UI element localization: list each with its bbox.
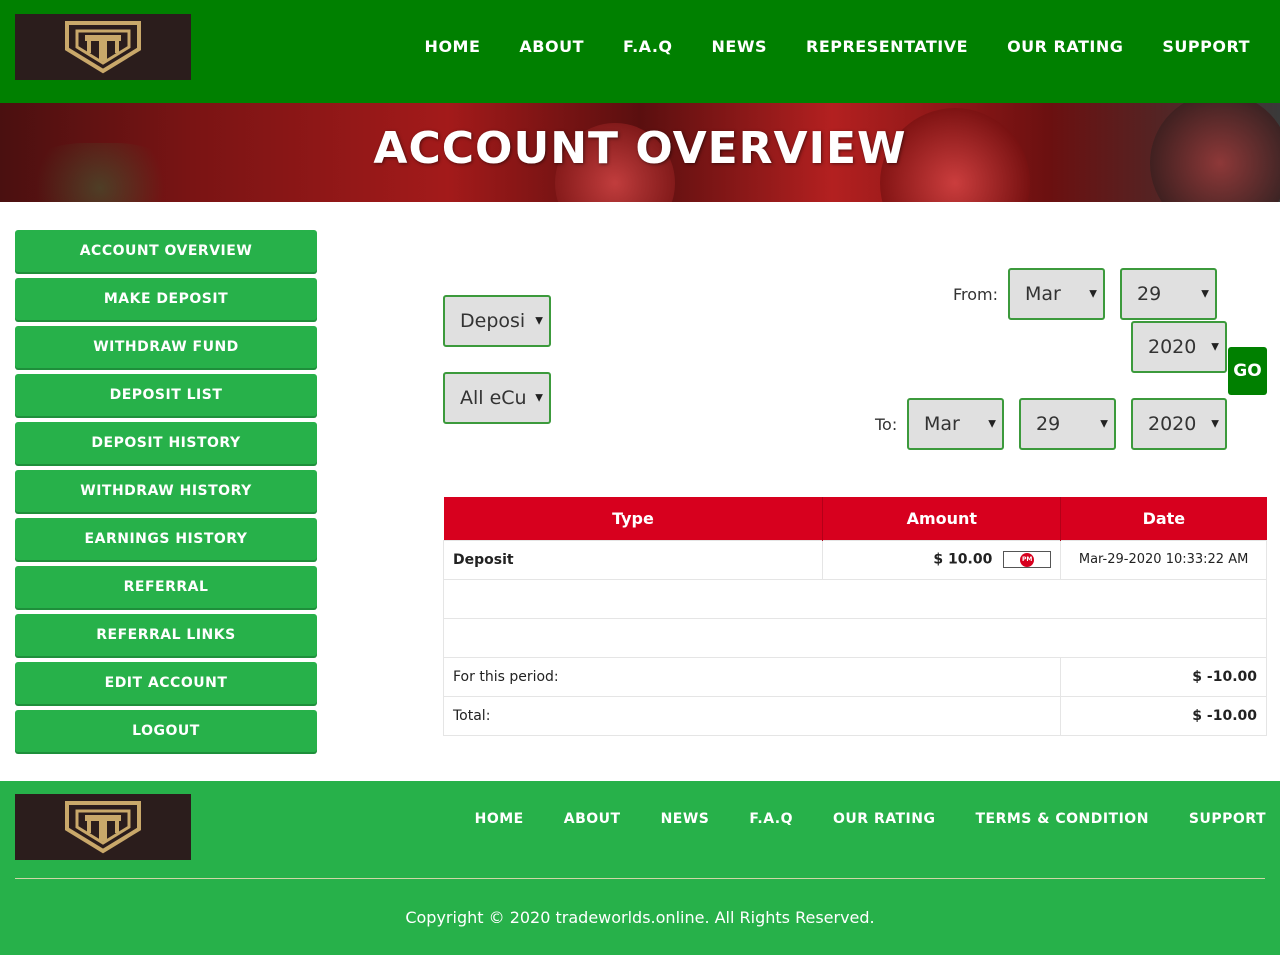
period-value: $ -10.00: [1060, 656, 1267, 697]
site-logo[interactable]: [15, 14, 191, 80]
total-label: Total:: [442, 695, 1062, 736]
table-row-empty: [443, 617, 1267, 658]
nav-about[interactable]: ABOUT: [519, 37, 584, 56]
dropdown-arrow-icon: ▼: [1211, 418, 1219, 430]
sidebar-item-deposit-history[interactable]: DEPOSIT HISTORY: [15, 422, 317, 464]
sidebar-item-deposit-list[interactable]: DEPOSIT LIST: [15, 374, 317, 416]
sidebar-item-earnings-history[interactable]: EARNINGS HISTORY: [15, 518, 317, 560]
nav-news[interactable]: NEWS: [712, 37, 768, 56]
type-select-value: Deposi: [460, 310, 526, 332]
to-day-select[interactable]: 29 ▼: [1019, 398, 1116, 450]
to-label: To:: [875, 415, 898, 434]
from-year-value: 2020: [1148, 336, 1197, 358]
row-amount: $ 10.00: [933, 551, 993, 568]
page-banner: ACCOUNT OVERVIEW: [0, 103, 1280, 202]
row-note: [443, 578, 1267, 619]
pm-badge: PM: [1020, 553, 1035, 567]
page-title: ACCOUNT OVERVIEW: [373, 123, 907, 174]
from-day-select[interactable]: 29 ▼: [1120, 268, 1217, 320]
to-year-select[interactable]: 2020 ▼: [1131, 398, 1227, 450]
footer-nav-about[interactable]: ABOUT: [564, 811, 621, 827]
nav-faq[interactable]: F.A.Q: [623, 37, 673, 56]
from-month-select[interactable]: Mar ▼: [1008, 268, 1105, 320]
dropdown-arrow-icon: ▼: [1089, 288, 1097, 300]
currency-select[interactable]: All eCu ▼: [443, 372, 551, 424]
dropdown-arrow-icon: ▼: [988, 418, 996, 430]
sidebar-item-withdraw-history[interactable]: WITHDRAW HISTORY: [15, 470, 317, 512]
empty-cell: [443, 617, 1267, 658]
shield-logo-icon: [65, 801, 141, 854]
dropdown-arrow-icon: ▼: [535, 392, 543, 404]
site-footer: HOME ABOUT NEWS F.A.Q OUR RATING TERMS &…: [0, 781, 1280, 955]
main-nav: HOME ABOUT F.A.Q NEWS REPRESENTATIVE OUR…: [386, 0, 1250, 92]
period-label: For this period:: [442, 656, 1062, 697]
sidebar-item-edit-account[interactable]: EDIT ACCOUNT: [15, 662, 317, 704]
total-value: $ -10.00: [1060, 695, 1267, 736]
account-sidebar: ACCOUNT OVERVIEW MAKE DEPOSIT WITHDRAW F…: [15, 230, 317, 758]
currency-select-value: All eCu: [460, 387, 527, 409]
sidebar-item-account-overview[interactable]: ACCOUNT OVERVIEW: [15, 230, 317, 272]
row-type: Deposit: [442, 539, 824, 580]
row-amount-cell: $ 10.00 PM: [822, 539, 1062, 580]
dropdown-arrow-icon: ▼: [535, 315, 543, 327]
footer-logo[interactable]: [15, 794, 191, 860]
footer-nav-news[interactable]: NEWS: [661, 811, 710, 827]
top-header: HOME ABOUT F.A.Q NEWS REPRESENTATIVE OUR…: [0, 0, 1280, 103]
perfect-money-icon: PM: [1003, 551, 1052, 568]
nav-home[interactable]: HOME: [425, 37, 481, 56]
from-month-value: Mar: [1025, 283, 1061, 305]
from-label: From:: [953, 285, 999, 304]
row-date: Mar-29-2020 10:33:22 AM: [1060, 539, 1267, 580]
shield-logo-icon: [65, 21, 141, 74]
sidebar-item-logout[interactable]: LOGOUT: [15, 710, 317, 752]
nav-our-rating[interactable]: OUR RATING: [1007, 37, 1123, 56]
dropdown-arrow-icon: ▼: [1201, 288, 1209, 300]
dropdown-arrow-icon: ▼: [1211, 341, 1219, 353]
sidebar-item-referral-links[interactable]: REFERRAL LINKS: [15, 614, 317, 656]
table-row-note: [443, 578, 1267, 619]
footer-nav: HOME ABOUT NEWS F.A.Q OUR RATING TERMS &…: [435, 811, 1266, 827]
to-month-select[interactable]: Mar ▼: [907, 398, 1004, 450]
dropdown-arrow-icon: ▼: [1100, 418, 1108, 430]
copyright-text: Copyright © 2020 tradeworlds.online. All…: [405, 908, 875, 927]
column-header-amount: Amount: [822, 497, 1062, 540]
sidebar-item-make-deposit[interactable]: MAKE DEPOSIT: [15, 278, 317, 320]
sidebar-item-withdraw-fund[interactable]: WITHDRAW FUND: [15, 326, 317, 368]
nav-support[interactable]: SUPPORT: [1162, 37, 1250, 56]
footer-divider: [15, 878, 1265, 879]
table-row-period: For this period: $ -10.00: [442, 656, 1267, 697]
footer-nav-faq[interactable]: F.A.Q: [749, 811, 793, 827]
nav-representative[interactable]: REPRESENTATIVE: [806, 37, 968, 56]
footer-nav-support[interactable]: SUPPORT: [1189, 811, 1266, 827]
footer-nav-our-rating[interactable]: OUR RATING: [833, 811, 935, 827]
type-select[interactable]: Deposi ▼: [443, 295, 551, 347]
sidebar-item-referral[interactable]: REFERRAL: [15, 566, 317, 608]
from-year-select[interactable]: 2020 ▼: [1131, 321, 1227, 373]
footer-nav-home[interactable]: HOME: [475, 811, 524, 827]
table-row: Deposit $ 10.00 PM Mar-29-2020 10:33:22 …: [442, 539, 1267, 580]
footer-nav-terms[interactable]: TERMS & CONDITION: [975, 811, 1148, 827]
go-button[interactable]: GO: [1228, 347, 1267, 395]
from-day-value: 29: [1137, 283, 1162, 305]
table-row-total: Total: $ -10.00: [442, 695, 1267, 736]
column-header-type: Type: [443, 497, 824, 540]
column-header-date: Date: [1060, 497, 1267, 540]
to-month-value: Mar: [924, 413, 960, 435]
deposit-history-table: Type Amount Date Deposit $ 10.00 PM Mar-…: [442, 497, 1267, 736]
table-header-row: Type Amount Date: [443, 497, 1267, 540]
to-year-value: 2020: [1148, 413, 1197, 435]
to-day-value: 29: [1036, 413, 1061, 435]
